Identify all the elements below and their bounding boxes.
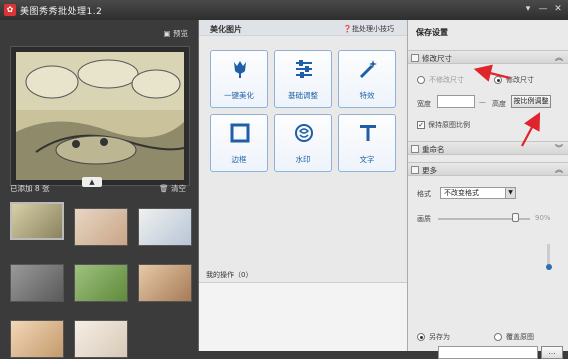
beautify-title: 美化图片 <box>210 25 242 34</box>
proportional-resize-button[interactable]: 按比例调整 <box>511 95 551 108</box>
tool-label: 水印 <box>295 155 311 164</box>
dropdown-arrow-icon: ▼ <box>505 188 515 198</box>
border-button[interactable]: 边框 <box>210 114 268 172</box>
preview-button[interactable]: ▣ 预览 <box>164 28 188 39</box>
save-path-input[interactable] <box>438 346 538 359</box>
tool-label: 边框 <box>231 155 247 164</box>
thumbnail[interactable] <box>74 264 128 302</box>
quality-value: 90% <box>535 214 551 222</box>
overwrite-label: 覆盖原图 <box>506 333 534 341</box>
format-select[interactable]: 不改变格式 ▼ <box>440 187 516 199</box>
rename-section-icon <box>411 145 419 153</box>
watermark-icon <box>295 124 313 142</box>
width-label: 宽度 <box>417 100 431 108</box>
sliders-icon <box>296 60 312 78</box>
save-as-label: 另存为 <box>429 333 450 341</box>
text-t-icon <box>360 125 376 141</box>
chevron-up-icon: ︽ <box>555 53 563 62</box>
keep-ratio-checkbox[interactable]: ✓ <box>417 121 425 129</box>
more-section-header[interactable]: 更多 ︽ <box>408 162 568 176</box>
frame-icon <box>230 123 250 143</box>
quality-slider-handle[interactable] <box>512 213 519 222</box>
preview-image <box>10 46 190 186</box>
close-button[interactable]: ✕ <box>552 3 564 15</box>
tool-label: 特效 <box>359 91 375 100</box>
save-as-radio[interactable] <box>417 333 425 341</box>
beautify-header: 美化图片 ❓批处理小技巧 <box>199 20 408 36</box>
basic-adjust-button[interactable]: 基础调整 <box>274 50 332 108</box>
title-bar: ✿ 美图秀秀批处理1.2 ▾ — ✕ <box>0 0 568 20</box>
rename-section-label: 重命名 <box>422 145 445 154</box>
overwrite-radio[interactable] <box>494 333 502 341</box>
resize-radio[interactable] <box>494 76 502 84</box>
no-resize-label: 不修改尺寸 <box>429 76 464 84</box>
rename-section-header[interactable]: 重命名 ︾ <box>408 141 568 155</box>
added-count: 已添加 8 张 <box>10 184 50 193</box>
scroll-handle[interactable] <box>545 264 552 270</box>
quality-label: 画质 <box>417 215 431 223</box>
menu-icon[interactable]: ▾ <box>522 3 534 15</box>
clear-label: 清空 <box>171 184 186 193</box>
chevron-down-icon: ︾ <box>555 144 563 153</box>
height-label: 高度 <box>492 100 506 108</box>
resize-section-label: 修改尺寸 <box>422 54 452 63</box>
browse-button[interactable]: … <box>541 346 563 359</box>
format-label: 格式 <box>417 190 431 198</box>
tool-label: 文字 <box>359 155 375 164</box>
magic-wand-icon <box>359 60 377 79</box>
resize-label: 修改尺寸 <box>506 76 534 84</box>
save-settings-title: 保存设置 <box>416 28 448 37</box>
save-settings-panel: 保存设置 修改尺寸 ︽ 不修改尺寸 修改尺寸 宽度 — 高度 按比例调整 ✓ 保… <box>407 20 568 359</box>
tips-link[interactable]: ❓批处理小技巧 <box>343 24 394 34</box>
thumbnail[interactable] <box>138 264 192 302</box>
one-click-beautify-button[interactable]: 一键美化 <box>210 50 268 108</box>
tips-label: 批处理小技巧 <box>352 25 394 33</box>
left-panel: ▣ 预览 ▲ 已添加 8 张 🗑 清空 <box>0 20 198 358</box>
keep-ratio-label: 保持原图比例 <box>428 121 470 129</box>
format-value: 不改变格式 <box>444 189 479 197</box>
text-button[interactable]: 文字 <box>338 114 396 172</box>
resize-section-header[interactable]: 修改尺寸 ︽ <box>408 50 568 64</box>
watermark-button[interactable]: 水印 <box>274 114 332 172</box>
resize-section-icon <box>411 54 419 62</box>
beautify-panel: 美化图片 ❓批处理小技巧 一键美化 基础调整 特效 边框 水印 文字 我的操作（… <box>198 20 408 351</box>
operations-list <box>199 282 408 351</box>
effects-button[interactable]: 特效 <box>338 50 396 108</box>
thumbnail[interactable] <box>10 264 64 302</box>
my-operations-label: 我的操作（0） <box>206 271 253 279</box>
tool-label: 一键美化 <box>224 91 254 100</box>
thumbnail[interactable] <box>74 320 128 358</box>
clear-button[interactable]: 🗑 清空 <box>159 183 186 194</box>
collapse-toggle-icon[interactable]: ▲ <box>82 177 102 187</box>
window-title: 美图秀秀批处理1.2 <box>20 7 103 17</box>
tool-label: 基础调整 <box>288 91 318 100</box>
minimize-button[interactable]: — <box>537 3 549 15</box>
thumbnail[interactable] <box>138 208 192 246</box>
app-logo-icon: ✿ <box>4 4 16 16</box>
more-section-label: 更多 <box>422 166 437 175</box>
thumbnail[interactable] <box>10 202 64 240</box>
more-section-icon <box>411 166 419 174</box>
thumbnail[interactable] <box>10 320 64 358</box>
width-input[interactable] <box>437 95 475 108</box>
tulip-icon <box>234 61 246 78</box>
no-resize-radio[interactable] <box>417 76 425 84</box>
chevron-up-icon: ︽ <box>555 165 563 174</box>
dash-separator: — <box>479 98 486 106</box>
thumbnail[interactable] <box>74 208 128 246</box>
preview-label: 预览 <box>173 29 188 38</box>
